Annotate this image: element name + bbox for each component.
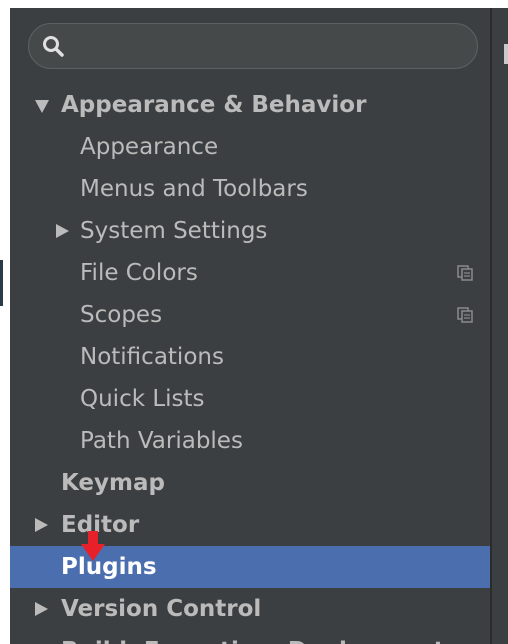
copy-icon [457, 307, 473, 323]
tree-item-label: Version Control [61, 596, 262, 622]
content-edge-glyph [504, 44, 508, 64]
tree-item-label: Build, Execution, Deployment [61, 630, 445, 644]
triangle-down-icon[interactable] [35, 100, 49, 113]
triangle-right-icon[interactable] [35, 602, 48, 616]
red-arrow-down-icon [81, 531, 105, 561]
tree-item-scopes[interactable]: Scopes [10, 294, 490, 336]
tree-item-label: Menus and Toolbars [80, 176, 308, 202]
settings-window: Appearance & Behavior Appearance Menus a… [0, 0, 508, 644]
tree-item-label: Keymap [61, 470, 165, 496]
tree-item-system-settings[interactable]: System Settings [10, 210, 490, 252]
background-mark [0, 260, 3, 306]
search-box[interactable] [28, 23, 478, 69]
tree-item-label: Appearance & Behavior [61, 92, 367, 118]
tree-item-notifications[interactable]: Notifications [10, 336, 490, 378]
tree-item-quick-lists[interactable]: Quick Lists [10, 378, 490, 420]
tree-item-keymap[interactable]: Keymap [10, 462, 490, 504]
tree-item-menus-toolbars[interactable]: Menus and Toolbars [10, 168, 490, 210]
background-strip [0, 0, 10, 644]
tree-item-label: Path Variables [80, 428, 243, 454]
tree-item-label: Appearance [80, 134, 219, 160]
tree-item-label: Scopes [80, 302, 163, 328]
search-input[interactable] [73, 30, 467, 64]
tree-item-label: System Settings [80, 218, 268, 244]
tree-item-build-execution[interactable]: Build, Execution, Deployment [10, 630, 490, 644]
triangle-right-icon[interactable] [35, 518, 48, 532]
content-panel [492, 8, 508, 644]
tree-item-file-colors[interactable]: File Colors [10, 252, 490, 294]
tree-item-version-control[interactable]: Version Control [10, 588, 490, 630]
tree-item-label: Quick Lists [80, 386, 205, 412]
tree-item-label: File Colors [80, 260, 198, 286]
tree-item-label: Notifications [80, 344, 224, 370]
copy-icon [457, 265, 473, 281]
tree-item-path-variables[interactable]: Path Variables [10, 420, 490, 462]
tree-item-appearance[interactable]: Appearance [10, 126, 490, 168]
triangle-right-icon[interactable] [56, 224, 69, 238]
search-icon [43, 36, 64, 57]
tree-item-label: Plugins [61, 554, 157, 580]
tree-item-appearance-behavior[interactable]: Appearance & Behavior [10, 84, 490, 126]
